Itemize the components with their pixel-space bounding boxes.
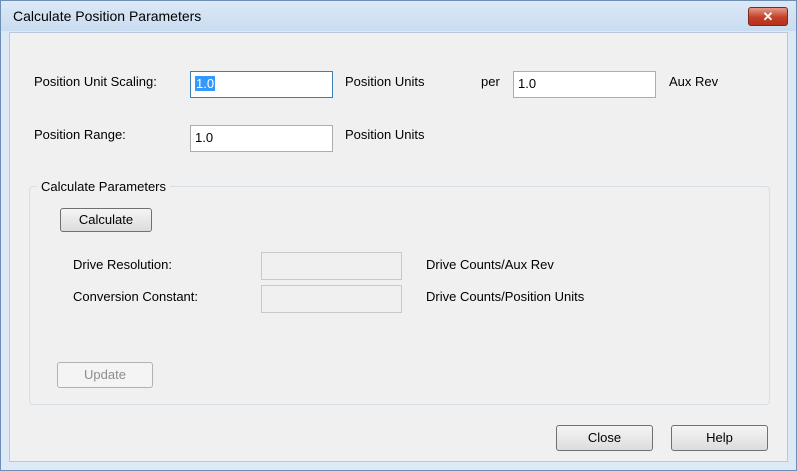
dialog-window: Calculate Position Parameters ✕ Position… xyxy=(0,0,797,471)
position-unit-scaling-value: 1.0 xyxy=(195,76,216,91)
close-icon: ✕ xyxy=(762,9,774,24)
window-title: Calculate Position Parameters xyxy=(13,8,202,24)
update-button[interactable]: Update xyxy=(57,362,153,388)
position-range-units-label: Position Units xyxy=(345,127,425,142)
position-units-label: Position Units xyxy=(345,74,425,89)
calculate-parameters-legend: Calculate Parameters xyxy=(37,179,170,194)
close-button[interactable]: Close xyxy=(556,425,653,451)
title-bar: Calculate Position Parameters ✕ xyxy=(1,1,796,31)
window-close-button[interactable]: ✕ xyxy=(748,7,788,26)
per-label: per xyxy=(481,74,500,89)
conversion-constant-units: Drive Counts/Position Units xyxy=(426,289,585,304)
position-unit-scaling-input[interactable]: 1.0 xyxy=(190,71,333,98)
position-unit-scaling-label: Position Unit Scaling: xyxy=(34,74,157,89)
aux-rev-label: Aux Rev xyxy=(669,74,719,89)
conversion-constant-field[interactable] xyxy=(261,285,402,313)
position-range-value: 1.0 xyxy=(195,130,214,145)
aux-rev-value: 1.0 xyxy=(518,76,537,91)
drive-resolution-field[interactable] xyxy=(261,252,402,280)
position-range-label: Position Range: xyxy=(34,127,126,142)
drive-resolution-label: Drive Resolution: xyxy=(73,257,172,272)
position-range-input[interactable]: 1.0 xyxy=(190,125,333,152)
help-button[interactable]: Help xyxy=(671,425,768,451)
calculate-button[interactable]: Calculate xyxy=(60,208,152,232)
dialog-body: Position Unit Scaling: 1.0 Position Unit… xyxy=(9,32,788,462)
conversion-constant-label: Conversion Constant: xyxy=(73,289,199,304)
aux-rev-input[interactable]: 1.0 xyxy=(513,71,656,98)
drive-resolution-units: Drive Counts/Aux Rev xyxy=(426,257,554,272)
